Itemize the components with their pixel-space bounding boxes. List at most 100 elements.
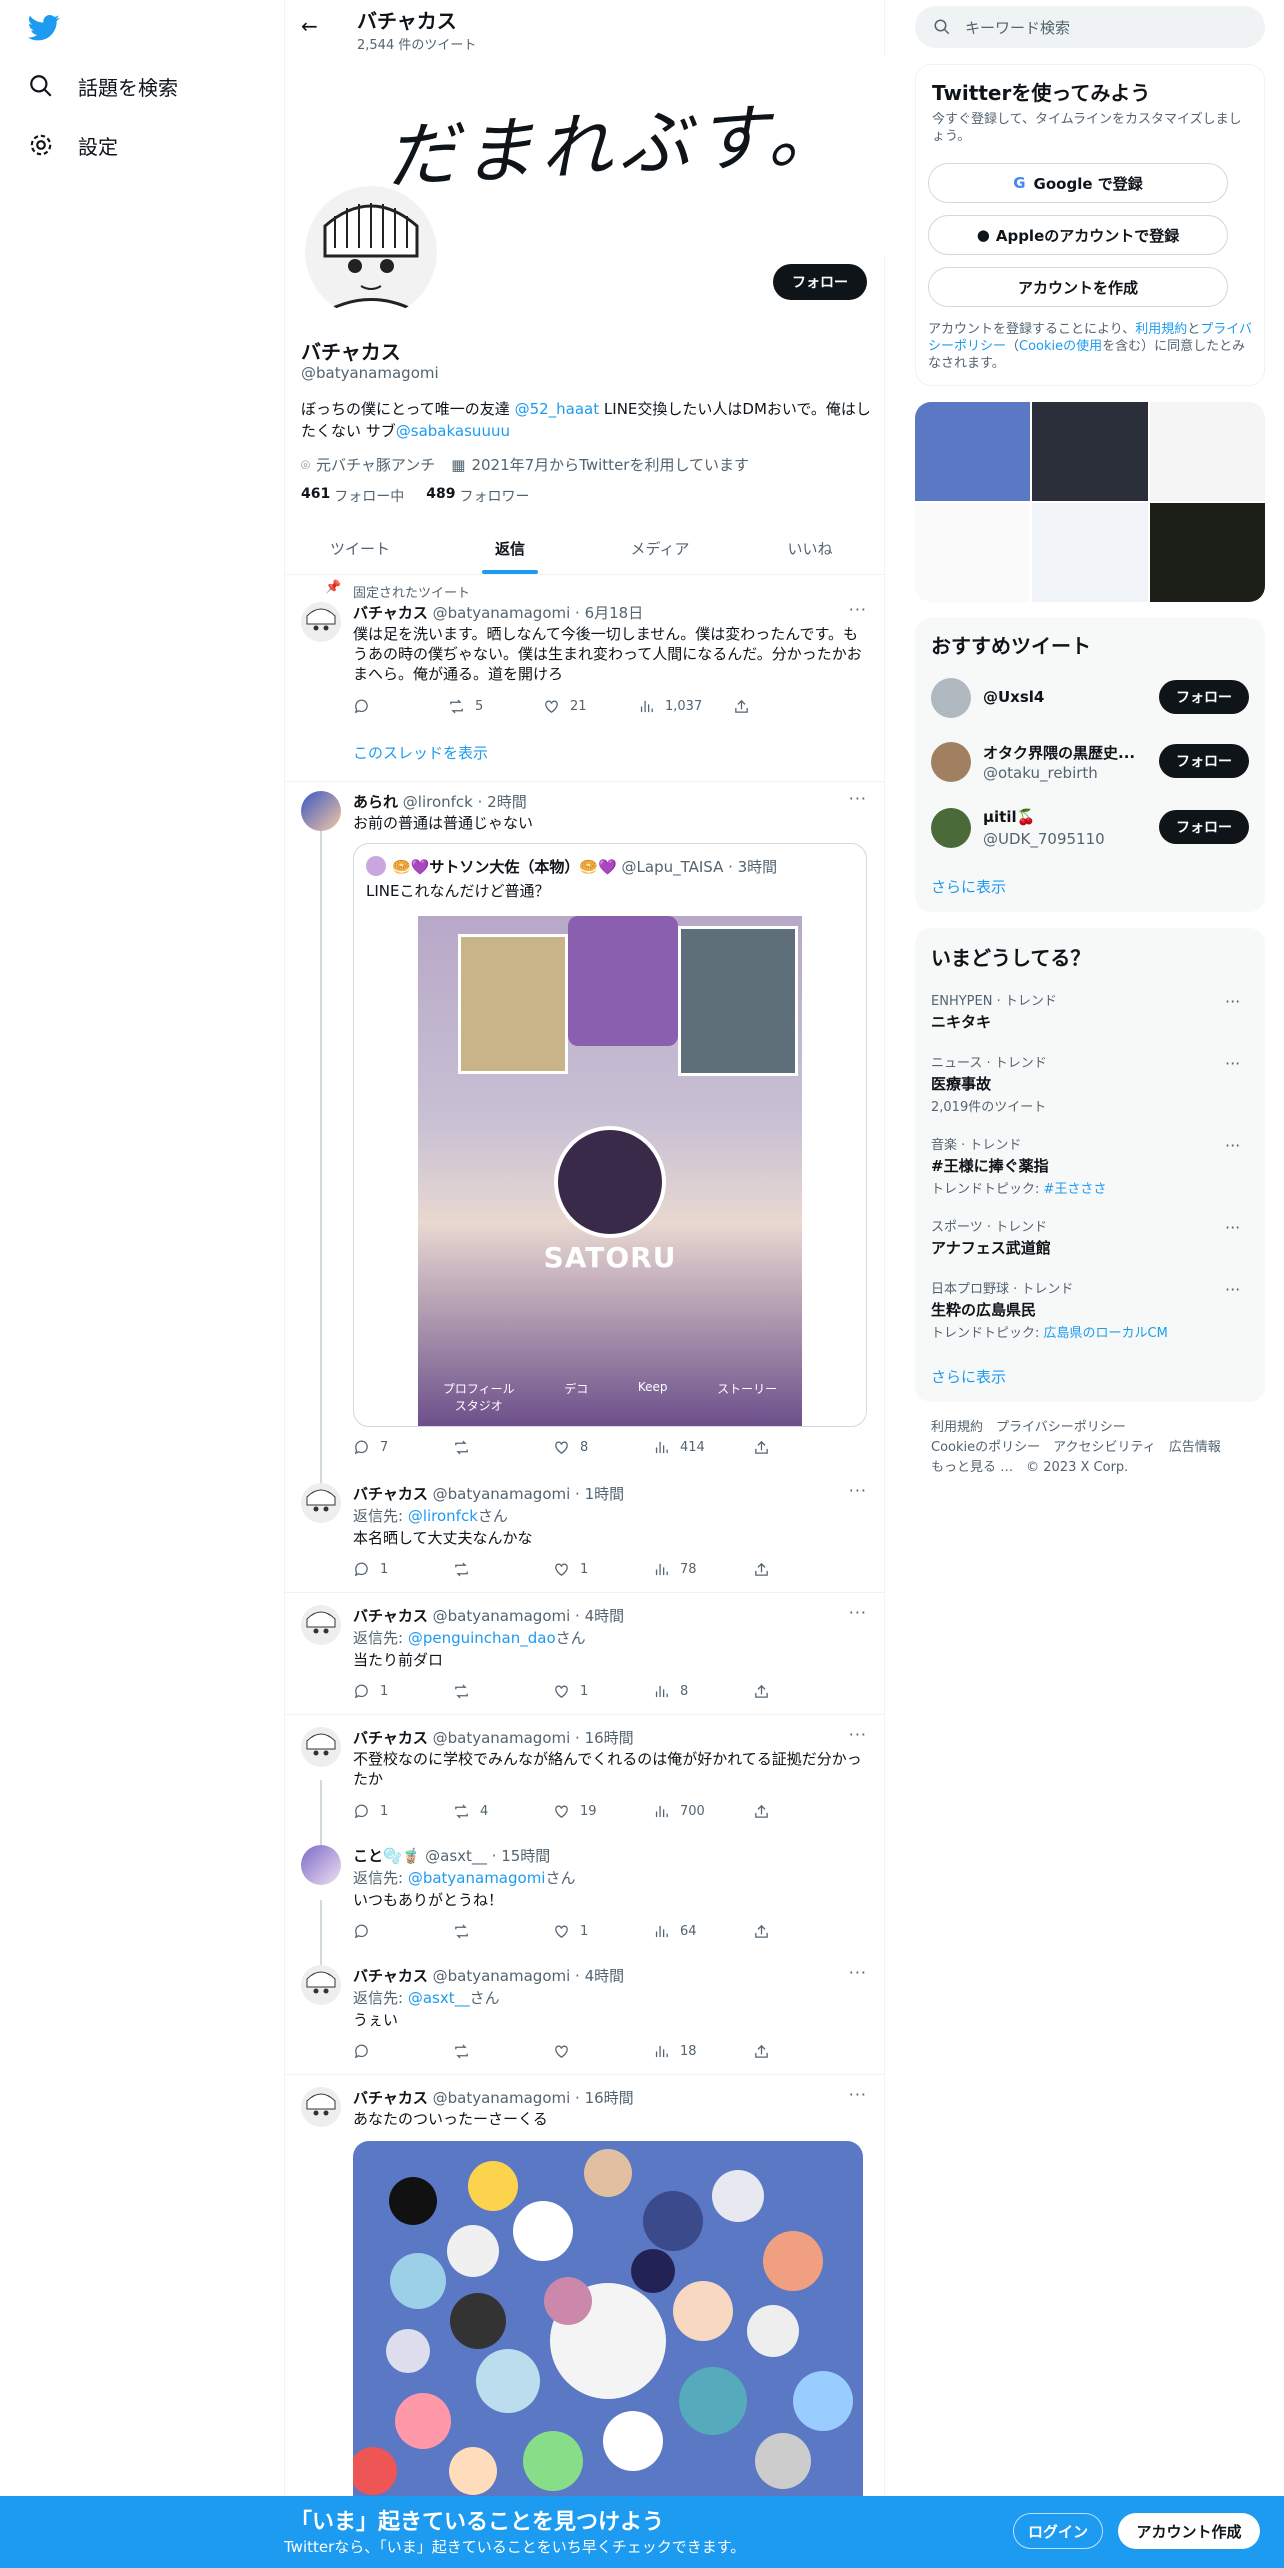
media-thumbnail[interactable] <box>1149 503 1265 602</box>
back-arrow-icon[interactable]: ← <box>301 14 318 38</box>
search-box[interactable]: キーワード検索 <box>915 6 1265 48</box>
more-icon[interactable]: ··· <box>849 600 867 619</box>
tweet-reply[interactable]: バチャカス @batyanamagomi · 1時間 ··· 返信先: @lir… <box>285 1473 885 1593</box>
signup-button[interactable]: アカウント作成 <box>1118 2513 1260 2549</box>
search-placeholder[interactable]: キーワード検索 <box>965 17 1070 38</box>
user-name[interactable]: @Uxsl4 <box>983 688 1044 706</box>
views-button[interactable]: 78 <box>653 1561 753 1578</box>
nav-explore[interactable]: 話題を検索 <box>0 62 178 110</box>
twitter-logo-icon[interactable] <box>28 14 60 46</box>
tweet-author[interactable]: あられ <box>353 793 398 811</box>
tab-tweets[interactable]: ツイート <box>285 522 435 574</box>
views-button[interactable]: 1,037 <box>638 698 733 715</box>
avatar[interactable] <box>301 791 341 831</box>
show-more-link[interactable]: さらに表示 <box>931 876 1006 897</box>
reply-to-link[interactable]: @batyanamagomi <box>408 1869 546 1887</box>
show-more-link[interactable]: さらに表示 <box>931 1366 1006 1387</box>
follow-button[interactable]: フォロー <box>1159 810 1249 844</box>
reply-to-link[interactable]: @lironfck <box>408 1507 478 1525</box>
avatar[interactable] <box>931 678 971 718</box>
avatar[interactable] <box>301 1605 341 1645</box>
like-button[interactable] <box>553 2043 653 2060</box>
tweet-reply[interactable]: バチャカス @batyanamagomi · 4時間 ··· 返信先: @asx… <box>285 1955 885 2075</box>
reply-button[interactable] <box>353 698 448 715</box>
quote-tweet[interactable]: 🥯💜サトソン大佐（本物）🥯💜 @Lapu_TAISA · 3時間 LINEこれな… <box>353 843 867 1427</box>
share-button[interactable] <box>753 1683 793 1700</box>
more-icon[interactable]: ··· <box>1225 1136 1240 1155</box>
show-thread-link[interactable]: このスレッドを表示 <box>353 742 488 763</box>
more-icon[interactable]: ··· <box>1225 992 1240 1011</box>
user-name[interactable]: オタク界隈の黒歴史... <box>983 742 1153 763</box>
trend-topic-link[interactable]: #王さささ <box>1044 1182 1107 1197</box>
views-button[interactable]: 8 <box>653 1683 753 1700</box>
share-button[interactable] <box>753 1923 793 1940</box>
bio-mention-link[interactable]: @sabakasuuuu <box>396 422 510 440</box>
trend-topic-link[interactable]: 広島県のローカルCM <box>1044 1326 1168 1341</box>
retweet-button[interactable] <box>453 1439 553 1456</box>
tweet-pinned[interactable]: 📌 固定されたツイート バチャカス @batyanamagomi · 6月18日… <box>285 576 885 782</box>
following-count[interactable]: 461 <box>301 486 330 506</box>
followers-count[interactable]: 489 <box>426 486 455 506</box>
footer-link[interactable]: Cookieのポリシー <box>931 1440 1040 1455</box>
media-thumbnail[interactable] <box>1032 402 1148 501</box>
media-thumbnail[interactable] <box>1032 503 1148 602</box>
tweet-author[interactable]: バチャカス <box>353 1729 428 1747</box>
google-signup-button[interactable]: G Google で登録 <box>928 163 1228 203</box>
avatar[interactable] <box>931 808 971 848</box>
retweet-button[interactable] <box>453 2043 553 2060</box>
login-button[interactable]: ログイン <box>1013 2513 1103 2549</box>
tweet-arare[interactable]: あられ @lironfck · 2時間 ··· お前の普通は普通じゃない 🥯💜サ… <box>285 783 885 1473</box>
footer-link[interactable]: プライバシーポリシー <box>996 1420 1126 1435</box>
reply-button[interactable]: 1 <box>353 1803 453 1820</box>
share-button[interactable] <box>753 2043 793 2060</box>
share-button[interactable] <box>733 698 773 715</box>
tweet-author[interactable]: こと🫧🧋 <box>353 1847 420 1865</box>
more-icon[interactable]: ··· <box>1225 1218 1240 1237</box>
more-icon[interactable]: ··· <box>849 1481 867 1500</box>
avatar[interactable] <box>301 1483 341 1523</box>
tab-likes[interactable]: いいね <box>735 522 885 574</box>
tweet-author[interactable]: バチャカス <box>353 1967 428 1985</box>
following-label[interactable]: フォロー中 <box>334 486 404 506</box>
apple-signup-button[interactable]: ● Appleのアカウントで登録 <box>928 215 1228 255</box>
trend-item[interactable]: ニュース · トレンド 医療事故 2,019件のツイート <box>915 1052 1265 1115</box>
like-button[interactable]: 1 <box>553 1923 653 1940</box>
like-button[interactable]: 8 <box>553 1439 653 1456</box>
tweet-author[interactable]: バチャカス <box>353 2089 428 2107</box>
retweet-button[interactable] <box>453 1561 553 1578</box>
share-button[interactable] <box>753 1439 793 1456</box>
avatar[interactable] <box>301 1727 341 1767</box>
like-button[interactable]: 1 <box>553 1561 653 1578</box>
create-account-button[interactable]: アカウントを作成 <box>928 267 1228 307</box>
avatar[interactable] <box>366 856 386 876</box>
retweet-button[interactable]: 4 <box>453 1803 553 1820</box>
followers-label[interactable]: フォロワー <box>459 486 529 506</box>
cookie-link[interactable]: Cookieの使用 <box>1019 339 1102 354</box>
like-button[interactable]: 1 <box>553 1683 653 1700</box>
tweet-author[interactable]: バチャカス <box>353 604 428 622</box>
avatar[interactable] <box>301 1965 341 2005</box>
views-button[interactable]: 18 <box>653 2043 753 2060</box>
trend-item[interactable]: スポーツ · トレンド アナフェス武道館 <box>915 1216 1265 1258</box>
tweet-author[interactable]: バチャカス <box>353 1485 428 1503</box>
follow-button[interactable]: フォロー <box>1159 680 1249 714</box>
footer-more-link[interactable]: もっと見る … <box>931 1460 1013 1475</box>
more-icon[interactable]: ··· <box>849 789 867 808</box>
more-icon[interactable]: ··· <box>849 1725 867 1744</box>
footer-link[interactable]: 利用規約 <box>931 1420 983 1435</box>
views-button[interactable]: 700 <box>653 1803 753 1820</box>
more-icon[interactable]: ··· <box>849 2085 867 2104</box>
footer-link[interactable]: アクセシビリティ <box>1053 1440 1156 1455</box>
tab-media[interactable]: メディア <box>585 522 735 574</box>
avatar[interactable] <box>301 2087 341 2127</box>
like-button[interactable]: 21 <box>543 698 638 715</box>
media-thumbnail[interactable] <box>1149 402 1265 501</box>
avatar[interactable] <box>931 742 971 782</box>
reply-button[interactable]: 1 <box>353 1561 453 1578</box>
views-button[interactable]: 64 <box>653 1923 753 1940</box>
share-button[interactable] <box>753 1561 793 1578</box>
reply-button[interactable]: 1 <box>353 1683 453 1700</box>
bio-mention-link[interactable]: @52_haaat <box>515 400 600 418</box>
tab-replies[interactable]: 返信 <box>435 522 585 574</box>
tweet-reply[interactable]: バチャカス @batyanamagomi · 4時間 ··· 返信先: @pen… <box>285 1595 885 1715</box>
